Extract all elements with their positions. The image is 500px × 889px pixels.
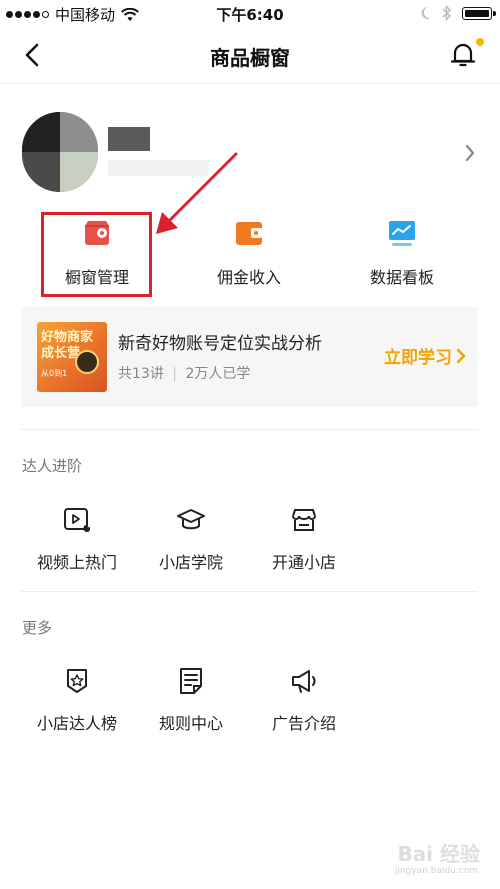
- battery-icon: [462, 6, 496, 20]
- page-title: 商品橱窗: [210, 46, 290, 70]
- section-title-more: 更多: [22, 619, 53, 637]
- status-right: [420, 5, 496, 21]
- learn-now-button[interactable]: 立即学习: [384, 343, 466, 368]
- bluetooth-icon: [442, 5, 452, 21]
- nav-bar: 商品橱窗: [0, 28, 500, 84]
- item-label: 规则中心: [158, 714, 223, 733]
- item-ad-intro[interactable]: 广告介绍: [248, 666, 360, 734]
- divider: [21, 429, 478, 430]
- ranking-badge-icon: [67, 669, 87, 693]
- item-label: 广告介绍: [271, 714, 336, 733]
- avatar[interactable]: [22, 112, 98, 192]
- section-title-advanced: 达人进阶: [22, 457, 83, 475]
- chart-board-icon: [389, 221, 415, 246]
- course-thumbnail: 好物商家 成长营 从0到1: [37, 322, 107, 392]
- watermark-sub: jingyan.baidu.com: [394, 866, 478, 876]
- entry-commission-income[interactable]: 佣金收入: [194, 218, 304, 288]
- entry-data-board[interactable]: 数据看板: [347, 218, 457, 288]
- video-hot-icon: [64, 508, 91, 532]
- chevron-right-icon[interactable]: [462, 142, 478, 164]
- item-video-hot[interactable]: 视频上热门: [21, 505, 133, 573]
- course-lessons: 共13讲: [118, 366, 164, 382]
- rules-document-icon: [180, 668, 202, 694]
- store-icon: [292, 509, 316, 531]
- item-label: 开通小店: [271, 553, 336, 572]
- wallet-icon: [236, 222, 262, 245]
- course-meta: 共13讲 | 2万人已学: [118, 366, 251, 382]
- entry-label: 橱窗管理: [64, 268, 129, 287]
- item-rules-center[interactable]: 规则中心: [135, 666, 247, 734]
- item-shop-ranking[interactable]: 小店达人榜: [21, 666, 133, 734]
- thumb-line3: 从0到1: [41, 369, 68, 378]
- course-banner[interactable]: 好物商家 成长营 从0到1 新奇好物账号定位实战分析 共13讲 | 2万人已学 …: [21, 307, 478, 407]
- learn-now-label: 立即学习: [384, 348, 452, 368]
- thumb-graphic: [75, 350, 99, 374]
- item-label: 小店学院: [158, 553, 223, 572]
- course-learners: 2万人已学: [185, 366, 251, 382]
- item-label: 小店达人榜: [36, 714, 117, 733]
- graduation-cap-icon: [177, 509, 205, 530]
- username-blurred: [108, 127, 150, 151]
- item-label: 视频上热门: [36, 553, 117, 572]
- entry-showcase-management[interactable]: 橱窗管理: [42, 218, 152, 288]
- item-open-store[interactable]: 开通小店: [248, 505, 360, 573]
- megaphone-icon: [292, 670, 316, 693]
- moon-icon: [421, 6, 431, 19]
- shop-settings-icon: [85, 221, 109, 245]
- thumb-line2: 成长营: [41, 346, 81, 361]
- course-title: 新奇好物账号定位实战分析: [118, 334, 322, 354]
- entry-label: 佣金收入: [216, 268, 281, 287]
- status-bar: 中国移动 下午6:40: [0, 0, 500, 28]
- notification-dot: [476, 38, 484, 46]
- entry-label: 数据看板: [369, 268, 434, 287]
- divider: [21, 591, 478, 592]
- chevron-right-icon: [456, 348, 466, 363]
- notification-bell-icon[interactable]: [448, 40, 478, 70]
- watermark: Bai 经验: [397, 842, 480, 866]
- item-shop-academy[interactable]: 小店学院: [135, 505, 247, 573]
